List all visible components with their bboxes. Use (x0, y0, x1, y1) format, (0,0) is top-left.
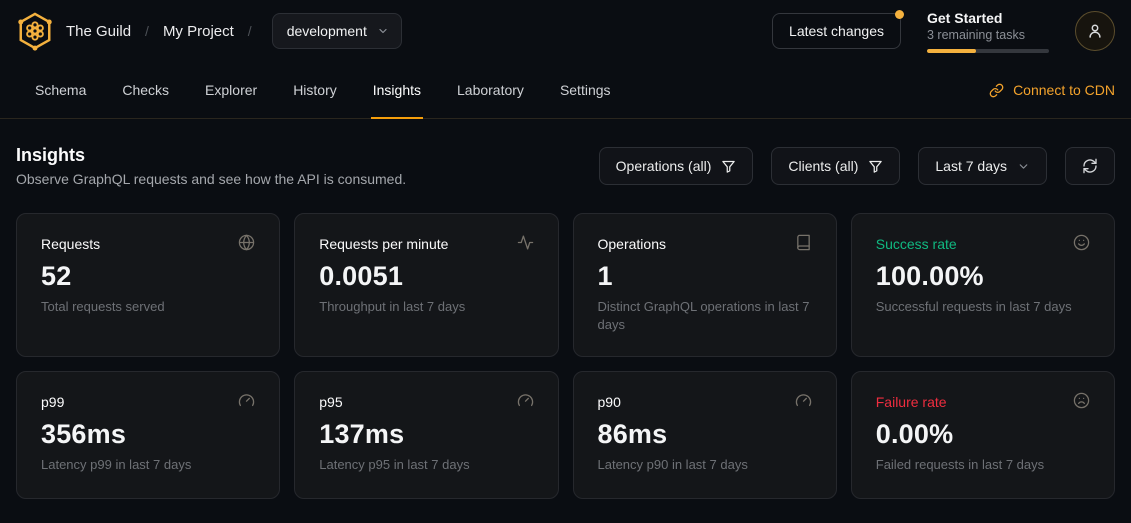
book-icon (795, 234, 812, 251)
stat-value: 1 (598, 261, 812, 292)
breadcrumb-separator: / (248, 23, 252, 39)
stat-description: Successful requests in last 7 days (876, 298, 1090, 316)
stat-title: Success rate (876, 236, 957, 252)
stat-title: p99 (41, 394, 64, 410)
link-icon (989, 83, 1004, 98)
stat-value: 0.00% (876, 419, 1090, 450)
environment-selector[interactable]: development (272, 13, 402, 49)
stat-title: p90 (598, 394, 621, 410)
tab-settings[interactable]: Settings (558, 62, 613, 119)
page-subtitle: Observe GraphQL requests and see how the… (16, 171, 406, 187)
gauge-icon (238, 392, 255, 409)
latest-changes-label: Latest changes (789, 23, 884, 39)
user-avatar[interactable] (1075, 11, 1115, 51)
operations-filter-label: Operations (all) (616, 158, 712, 174)
stat-description: Throughput in last 7 days (319, 298, 533, 316)
stat-value: 100.00% (876, 261, 1090, 292)
stat-card-success-rate: Success rate 100.00% Successful requests… (851, 213, 1115, 357)
stat-card-p90: p90 86ms Latency p90 in last 7 days (573, 371, 837, 499)
page-title: Insights (16, 145, 406, 166)
tab-checks[interactable]: Checks (120, 62, 171, 119)
stat-card-requests: Requests 52 Total requests served (16, 213, 280, 357)
stat-description: Latency p90 in last 7 days (598, 456, 812, 474)
insights-title-block: Insights Observe GraphQL requests and se… (16, 145, 406, 187)
smile-icon (1073, 234, 1090, 251)
breadcrumb-project[interactable]: My Project (163, 23, 234, 40)
stat-title: Operations (598, 236, 666, 252)
stats-grid: Requests 52 Total requests served Reques… (16, 213, 1115, 499)
stat-card-operations: Operations 1 Distinct GraphQL operations… (573, 213, 837, 357)
stat-value: 137ms (319, 419, 533, 450)
stat-card-rpm: Requests per minute 0.0051 Throughput in… (294, 213, 558, 357)
globe-icon (238, 234, 255, 251)
stat-title: Failure rate (876, 394, 947, 410)
notification-dot (895, 10, 904, 19)
latest-changes-button[interactable]: Latest changes (772, 13, 901, 49)
person-icon (1086, 22, 1104, 40)
refresh-button[interactable] (1065, 147, 1115, 185)
breadcrumb-org[interactable]: The Guild (66, 23, 131, 40)
stat-value: 86ms (598, 419, 812, 450)
operations-filter-button[interactable]: Operations (all) (599, 147, 754, 185)
activity-icon (517, 234, 534, 251)
chevron-down-icon (377, 25, 389, 37)
stat-description: Total requests served (41, 298, 255, 316)
stat-description: Distinct GraphQL operations in last 7 da… (598, 298, 812, 333)
breadcrumb: The Guild / My Project / development (66, 13, 402, 49)
tab-schema[interactable]: Schema (33, 62, 88, 119)
get-started-progress-fill (927, 49, 976, 53)
stat-description: Latency p95 in last 7 days (319, 456, 533, 474)
environment-selector-value: development (287, 23, 367, 39)
tab-laboratory[interactable]: Laboratory (455, 62, 526, 119)
stat-description: Latency p99 in last 7 days (41, 456, 255, 474)
date-range-label: Last 7 days (935, 158, 1007, 174)
tab-explorer[interactable]: Explorer (203, 62, 259, 119)
connect-to-cdn-link[interactable]: Connect to CDN (989, 62, 1115, 118)
get-started-title: Get Started (927, 10, 1049, 26)
gauge-icon (795, 392, 812, 409)
tab-history[interactable]: History (291, 62, 339, 119)
tab-insights[interactable]: Insights (371, 62, 423, 119)
get-started-remaining: 3 remaining tasks (927, 28, 1049, 42)
gauge-icon (517, 392, 534, 409)
insights-header: Insights Observe GraphQL requests and se… (0, 119, 1131, 187)
filter-toolbar: Operations (all) Clients (all) Last 7 da… (599, 147, 1115, 185)
chevron-down-icon (1017, 160, 1030, 173)
header-right: Latest changes Get Started 3 remaining t… (772, 10, 1115, 53)
frown-icon (1073, 392, 1090, 409)
stat-value: 52 (41, 261, 255, 292)
stat-title: Requests (41, 236, 100, 252)
get-started-progressbar (927, 49, 1049, 53)
clients-filter-label: Clients (all) (788, 158, 858, 174)
clients-filter-button[interactable]: Clients (all) (771, 147, 900, 185)
connect-to-cdn-label: Connect to CDN (1013, 82, 1115, 98)
filter-funnel-icon (721, 159, 736, 174)
guild-hive-logo-icon[interactable] (16, 11, 54, 51)
stat-description: Failed requests in last 7 days (876, 456, 1090, 474)
get-started-widget[interactable]: Get Started 3 remaining tasks (927, 10, 1049, 53)
top-header: The Guild / My Project / development Lat… (0, 0, 1131, 62)
stat-value: 0.0051 (319, 261, 533, 292)
target-nav: Schema Checks Explorer History Insights … (0, 62, 1131, 119)
stat-value: 356ms (41, 419, 255, 450)
date-range-selector[interactable]: Last 7 days (918, 147, 1047, 185)
refresh-icon (1082, 158, 1098, 174)
filter-funnel-icon (868, 159, 883, 174)
stat-card-failure-rate: Failure rate 0.00% Failed requests in la… (851, 371, 1115, 499)
breadcrumb-separator: / (145, 23, 149, 39)
stat-card-p95: p95 137ms Latency p95 in last 7 days (294, 371, 558, 499)
stat-card-p99: p99 356ms Latency p99 in last 7 days (16, 371, 280, 499)
stat-title: p95 (319, 394, 342, 410)
stat-title: Requests per minute (319, 236, 448, 252)
